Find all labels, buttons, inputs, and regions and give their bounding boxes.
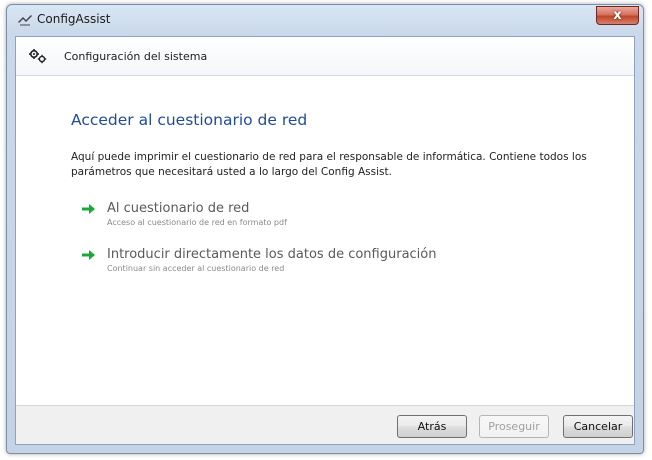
configassist-window: ConfigAssist x Configuración del sistema xyxy=(6,4,644,454)
page-description: Aquí puede imprimir el cuestionario de r… xyxy=(71,151,587,178)
section-title: Configuración del sistema xyxy=(64,50,208,63)
wizard-footer: Atrás Proseguir Cancelar xyxy=(16,405,634,444)
next-button[interactable]: Proseguir xyxy=(479,415,549,438)
option-network-questionnaire[interactable]: Al cuestionario de red Acceso al cuestio… xyxy=(82,201,502,231)
option-subtitle: Acceso al cuestionario de red en formato… xyxy=(107,218,287,227)
green-arrow-icon xyxy=(82,204,95,214)
wizard-panel: Configuración del sistema Acceder al cue… xyxy=(15,36,635,445)
option-subtitle: Continuar sin acceder al cuestionario de… xyxy=(107,264,285,273)
page-title: Acceder al cuestionario de red xyxy=(71,111,308,129)
option-title: Introducir directamente los datos de con… xyxy=(107,247,437,262)
back-button[interactable]: Atrás xyxy=(397,415,467,438)
app-icon xyxy=(18,15,32,26)
green-arrow-icon xyxy=(82,250,95,260)
gears-icon xyxy=(29,49,47,64)
cancel-button[interactable]: Cancelar xyxy=(563,415,633,438)
option-title: Al cuestionario de red xyxy=(107,201,250,216)
option-enter-config-directly[interactable]: Introducir directamente los datos de con… xyxy=(82,247,502,277)
wizard-header: Configuración del sistema xyxy=(16,37,634,76)
close-button[interactable]: x xyxy=(596,6,639,25)
close-icon: x xyxy=(613,8,622,23)
title-bar[interactable]: ConfigAssist x xyxy=(7,5,643,35)
window-title: ConfigAssist xyxy=(37,12,111,26)
